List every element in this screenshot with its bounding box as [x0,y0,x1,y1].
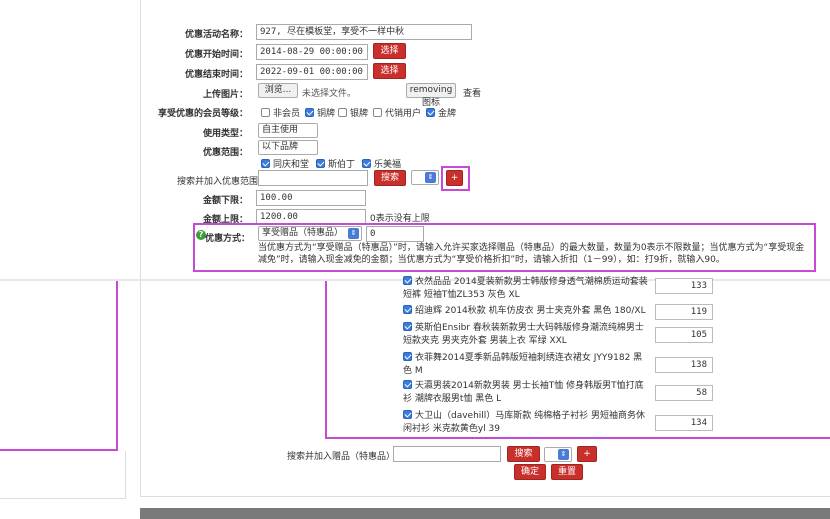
member-checkbox-reseller[interactable]: 代销用户 [373,106,421,119]
view-link[interactable]: 查看 [463,86,481,99]
end-time-input[interactable]: 2022-09-01 00:00:00 [256,64,368,80]
checkbox-checked-icon[interactable] [403,322,412,331]
left-lower-panel [0,451,126,499]
checkbox-icon [261,108,270,117]
start-time-input[interactable]: 2014-08-29 00:00:00 [256,44,368,60]
usage-type-label: 使用类型： [202,129,248,139]
min-amount-input[interactable]: 100.00 [256,190,366,206]
start-time-label: 优惠开始时间： [184,50,248,60]
discount-mode-number-input[interactable]: 0 [366,226,424,242]
select-arrows-icon: ⇕ [558,449,569,460]
checkbox-checked-icon [362,159,371,168]
discount-mode-help-text: 当优惠方式为“享受赠品（特惠品）”时，请输入允许买家选择赠品（特惠品）的最大数量… [258,243,805,265]
no-file-text: 未选择文件。 [302,89,357,99]
checkbox-checked-icon [305,108,314,117]
member-checkbox-bronze[interactable]: 铜牌 [305,106,335,119]
checkbox-icon [373,108,382,117]
upload-label: 上传图片： [202,90,248,100]
end-time-select-button[interactable]: 选择 [373,63,406,79]
gift-qty-input[interactable]: 105 [655,327,713,343]
search-scope-label: 搜索并加入优惠范围 [176,177,258,187]
brand-checkbox-tongqing[interactable]: 同庆和堂 [261,157,309,170]
search-scope-result-select[interactable]: ⇕ [411,170,439,185]
usage-type-select[interactable]: 自主使用 [258,123,318,138]
scope-select[interactable]: 以下品牌 [258,140,318,155]
member-checkbox-gold[interactable]: 金牌 [426,106,456,119]
discount-mode-label: 优惠方式： [205,234,251,244]
confirm-button[interactable]: 确定 [514,464,546,480]
gift-item: 英斯伯Ensibr 春秋装新款男士大码韩版修身潮流纯棉男士短款夹克 男夹克外套 … [403,322,644,346]
start-time-select-button[interactable]: 选择 [373,43,406,59]
gift-qty-input[interactable]: 119 [655,304,713,320]
min-amount-label: 金额下限： [202,196,248,206]
checkbox-checked-icon[interactable] [403,305,412,314]
checkbox-checked-icon [316,159,325,168]
checkbox-checked-icon [261,159,270,168]
search-scope-button[interactable]: 搜索 [374,170,406,186]
gift-search-button[interactable]: 搜索 [507,446,540,462]
checkbox-checked-icon[interactable] [403,352,412,361]
left-overlay-panel [0,281,118,451]
gift-result-select[interactable]: ⇕ [544,447,572,462]
search-scope-input[interactable] [258,170,368,186]
checkbox-checked-icon [426,108,435,117]
checkbox-checked-icon[interactable] [403,410,412,419]
brand-checkbox-lemeifu[interactable]: 乐美福 [362,157,401,170]
member-checkbox-silver[interactable]: 银牌 [338,106,368,119]
select-arrows-icon: ⇕ [425,172,436,183]
gift-item: 绍迪辉 2014秋款 机车仿皮衣 男士夹克外套 黑色 180/XL [403,305,648,318]
gift-item: 衣菲舞2014夏季新品韩版短袖刺绣连衣裙女 JYY9182 黑色 M [403,352,643,376]
member-checkbox-non-member[interactable]: 非会员 [261,106,300,119]
checkbox-checked-icon[interactable] [403,276,412,285]
horizontal-scrollbar[interactable] [140,508,830,519]
gift-qty-input[interactable]: 58 [655,385,713,401]
checkbox-icon [338,108,347,117]
gift-qty-input[interactable]: 138 [655,357,713,373]
end-time-label: 优惠结束时间： [184,70,248,80]
select-arrows-icon: ⇕ [348,228,359,239]
gift-search-label: 搜索并加入赠品（特惠品） [287,452,396,462]
gift-qty-input[interactable]: 133 [655,278,713,294]
activity-name-label: 优惠活动名称： [184,30,248,40]
gift-item: 天瀛男装2014新款男装 男士长袖T恤 修身韩版男T恤打底衫 潮牌衣服男t恤 黑… [403,380,644,404]
discount-mode-select[interactable]: 享受赠品（特惠品） ⇕ [258,226,362,241]
reset-button[interactable]: 重置 [551,464,583,480]
gift-qty-input[interactable]: 134 [655,415,713,431]
checkbox-checked-icon[interactable] [403,380,412,389]
gift-item: 衣然品品 2014夏装新款男士韩版修身透气潮棉质运动套装短裤 短袖T恤ZL353… [403,276,648,300]
browse-button[interactable]: 浏览... [258,83,298,98]
scope-label: 优惠范围： [202,148,248,158]
activity-name-input[interactable]: 927, 尽在模板堂，享受不一样中秋 [256,24,472,40]
add-gift-button[interactable]: + [577,446,597,462]
highlight-add-scope [441,166,470,191]
brand-checkbox-spalding[interactable]: 斯伯丁 [316,157,355,170]
gift-search-input[interactable] [393,446,501,462]
member-levels-label: 享受优惠的会员等级： [157,109,248,119]
remove-icon-button[interactable]: removing图标 [406,83,456,108]
gift-item: 大卫山（davehill）马库斯款 纯棉格子衬衫 男短袖商务休闲衬衫 米克款黄色… [403,410,646,434]
